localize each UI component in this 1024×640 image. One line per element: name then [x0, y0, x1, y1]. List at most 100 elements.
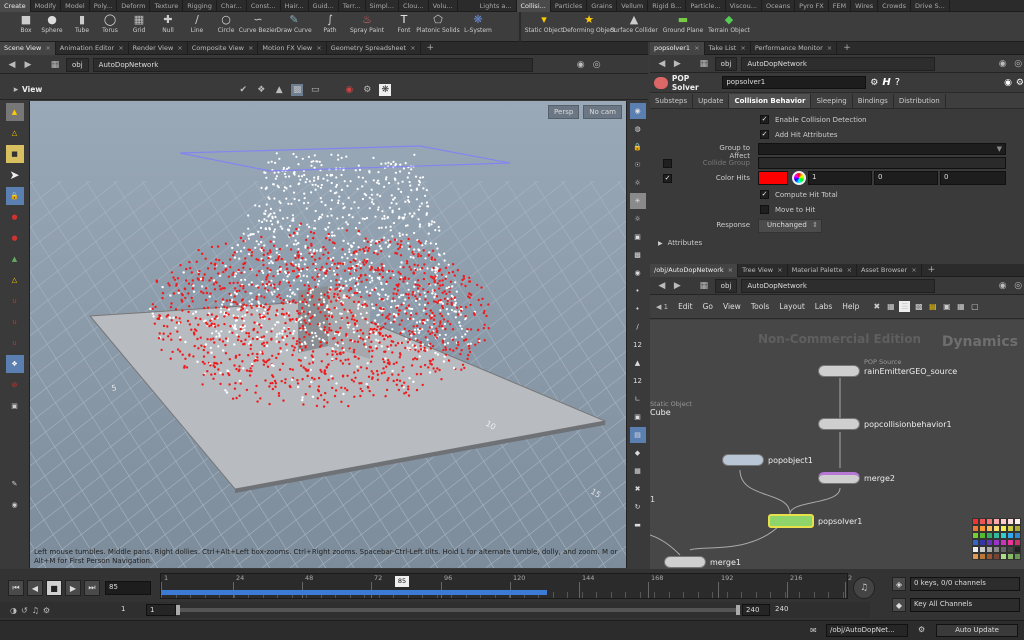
shelf-tool-static-object[interactable]: ▾ Static Object [522, 12, 566, 42]
lighting-icon[interactable]: ☼ [630, 211, 646, 227]
menu-arrow-icon[interactable]: ◀ 1 [656, 303, 668, 311]
shelf-tab[interactable]: Volu... [429, 0, 458, 12]
palette-swatch[interactable] [993, 553, 1000, 560]
close-icon[interactable]: × [316, 44, 321, 52]
palette-swatch[interactable] [1007, 546, 1014, 553]
network-view-icon[interactable]: ✖ [871, 301, 882, 312]
shelf-tab[interactable]: Texture [150, 0, 184, 12]
network-menu-item[interactable]: Labs [815, 302, 832, 311]
settings-gear-icon[interactable]: ⚙ [870, 78, 878, 88]
node-popsolver1[interactable]: popsolver1 [768, 514, 862, 528]
scene-icon[interactable]: ▣ [630, 409, 646, 425]
response-menu[interactable]: Unchanged ⇕ [758, 219, 822, 233]
flat-icon[interactable]: ▬ [630, 517, 646, 533]
palette-swatch[interactable] [1000, 518, 1007, 525]
palette-swatch[interactable] [986, 518, 993, 525]
grid-snap-icon[interactable]: ❖ [255, 84, 267, 96]
palette-swatch[interactable] [1007, 553, 1014, 560]
network-menu-item[interactable]: Help [842, 302, 859, 311]
settings-icon[interactable]: ❋ [379, 83, 392, 96]
snap-icon[interactable]: ✔ [237, 84, 249, 96]
forward-arrow-icon[interactable]: ▶ [22, 59, 34, 71]
pin-icon[interactable]: ◉ [575, 59, 587, 71]
palette-swatch[interactable] [986, 553, 993, 560]
param-subtab[interactable]: Distribution [894, 93, 946, 108]
shelf-tool-platonic-solids[interactable]: ⬠ Platonic Solids [416, 12, 459, 42]
color-r-field[interactable]: 1 [808, 171, 872, 185]
play-reverse-icon[interactable]: ◀ [27, 580, 43, 596]
path-node[interactable]: AutoDopNetwork [741, 56, 935, 71]
shelf-tool-draw-curve[interactable]: ✎ Draw Curve [274, 12, 314, 42]
close-icon[interactable]: × [45, 44, 50, 52]
cross-icon[interactable]: ✖ [630, 481, 646, 497]
path-root[interactable]: obj [714, 278, 738, 293]
network-view-icon[interactable]: ▣ [941, 301, 952, 312]
node-popcollisionbehavior1[interactable]: popcollisionbehavior1 [818, 418, 952, 430]
palette-swatch[interactable] [1007, 525, 1014, 532]
shelf-tab[interactable]: Deform [117, 0, 151, 12]
persp-menu[interactable]: Persp [548, 105, 580, 119]
palette-swatch[interactable] [986, 539, 993, 546]
shelf-tab[interactable]: Guid... [309, 0, 339, 12]
back-arrow-icon[interactable]: ◀ [656, 280, 668, 292]
pane-tab[interactable]: Motion FX View × [258, 41, 327, 55]
network-view-icon[interactable]: ▦ [955, 301, 966, 312]
network-view-icon[interactable]: ▩ [913, 301, 924, 312]
back-arrow-icon[interactable]: ◀ [656, 58, 668, 70]
range-end-handle[interactable] [736, 605, 741, 615]
forward-arrow-icon[interactable]: ▶ [672, 280, 684, 292]
play-icon[interactable]: ▶ [65, 580, 81, 596]
normals-icon[interactable]: ∕ [630, 319, 646, 335]
link-icon[interactable]: ◎ [591, 59, 603, 71]
timeline-bar[interactable]: 1 24 48 72 96 120 144 168 192 216 2 85 [160, 573, 852, 599]
palette-swatch[interactable] [1007, 539, 1014, 546]
link-icon[interactable]: ◎ [1012, 58, 1024, 70]
color-hits-swatch[interactable] [758, 171, 788, 185]
frame-indicator[interactable]: 85 [395, 576, 409, 587]
close-icon[interactable]: × [177, 44, 182, 52]
camera-tool-icon[interactable]: ◉ [6, 496, 24, 514]
shelf-tool-spray-paint[interactable]: ♨ Spray Paint [347, 12, 387, 42]
add-tab-icon[interactable]: + [928, 265, 936, 275]
palette-swatch[interactable] [993, 518, 1000, 525]
collide-group-checkbox[interactable] [663, 159, 672, 168]
param-subtab[interactable]: Substeps [650, 93, 694, 108]
shelf-tool-l-system[interactable]: ❋ L-System [458, 12, 498, 42]
shelf-tool-curve-bezier[interactable]: ∽ Curve Bezier [238, 12, 278, 42]
points-icon[interactable]: • [630, 283, 646, 299]
shelf-tab[interactable]: Drive S... [911, 0, 950, 12]
close-icon[interactable]: × [118, 44, 123, 52]
ghost-icon[interactable]: ◍ [630, 121, 646, 137]
status-path[interactable]: /obj/AutoDopNet... [826, 624, 908, 637]
view-tool-icon[interactable]: ❖ [5, 355, 24, 373]
forward-arrow-icon[interactable]: ▶ [672, 58, 684, 70]
pane-tab[interactable]: Take List × [705, 41, 751, 55]
color-b-field[interactable]: 0 [940, 171, 1006, 185]
group-affect-field[interactable]: ▼ [758, 143, 1006, 155]
network-icon[interactable]: ▦ [48, 59, 62, 71]
rotate-tool-icon[interactable]: ● [6, 229, 24, 247]
shelf-tab[interactable]: Terr... [339, 0, 366, 12]
palette-swatch[interactable] [986, 532, 993, 539]
pane-tab[interactable]: Render View × [129, 41, 188, 55]
pane-tab[interactable]: Animation Editor × [56, 41, 129, 55]
shelf-tab[interactable]: Char... [217, 0, 247, 12]
shelf-tab[interactable]: Viscou... [726, 0, 762, 12]
camera-menu[interactable]: No cam [583, 105, 622, 119]
shelf-tab[interactable]: Model [61, 0, 90, 12]
attributes-folder[interactable]: ▶ Attributes [658, 239, 702, 247]
shelf-tab[interactable]: Lights a... [476, 0, 517, 12]
key-channels-menu[interactable]: Key All Channels [910, 598, 1020, 612]
palette-swatch[interactable] [1000, 539, 1007, 546]
settings-icon[interactable]: ⚙ [43, 606, 50, 615]
orbit-icon[interactable]: ↻ [630, 499, 646, 515]
cam-icon[interactable]: ▭ [309, 84, 321, 96]
path-root[interactable]: obj [714, 56, 738, 71]
light-icon[interactable]: ☉ [630, 157, 646, 173]
pin-icon[interactable]: ◉ [1004, 78, 1012, 88]
shelf-tab[interactable]: Particle... [686, 0, 726, 12]
shelf-tab[interactable]: FEM [829, 0, 852, 12]
network-menu-item[interactable]: Edit [678, 302, 693, 311]
palette-swatch[interactable] [979, 553, 986, 560]
grid-icon[interactable]: ▤ [629, 427, 646, 443]
